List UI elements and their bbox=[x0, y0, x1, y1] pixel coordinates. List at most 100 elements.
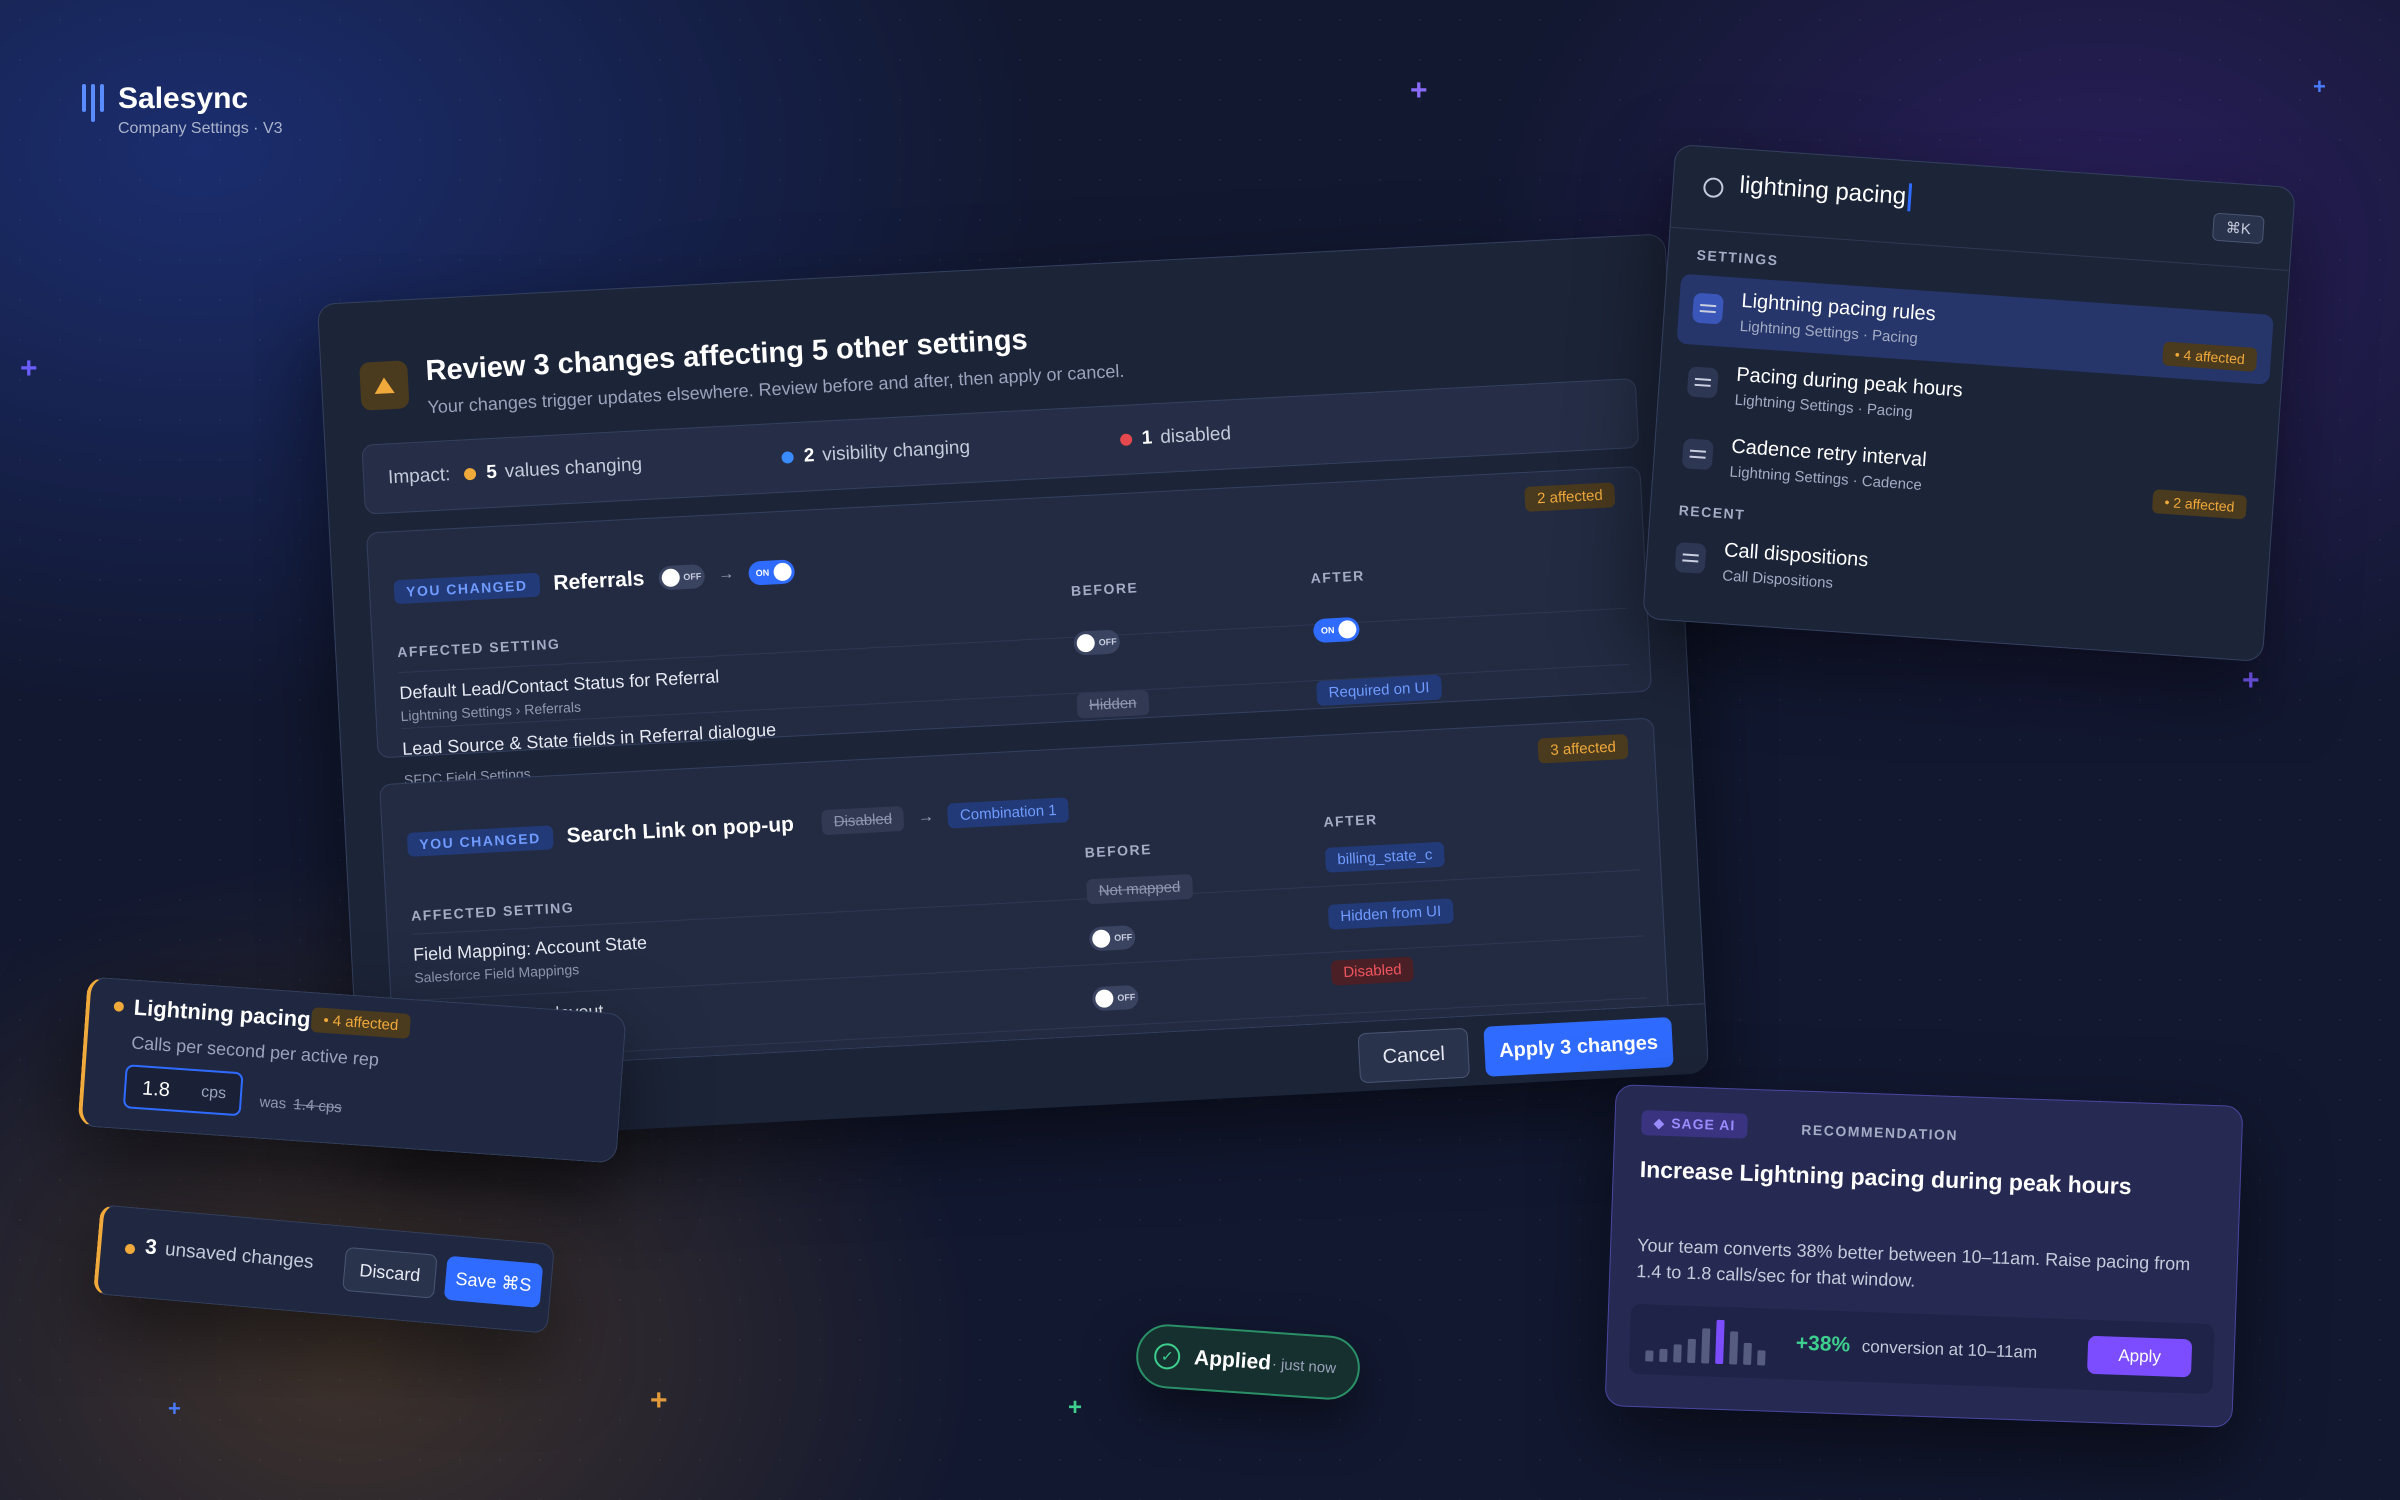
after-value: Disabled bbox=[1330, 956, 1415, 986]
sparkle-icon: + bbox=[1068, 1394, 1083, 1421]
brand-logo: Salesync Company Settings · V3 bbox=[82, 82, 283, 138]
values-label: values changing bbox=[504, 454, 643, 483]
sparkle-icon: + bbox=[1410, 74, 1428, 107]
you-changed-tag: YOU CHANGED bbox=[393, 572, 541, 605]
spark-bar bbox=[1715, 1319, 1725, 1365]
before-value: Disabled bbox=[821, 805, 905, 836]
col-before: BEFORE bbox=[1070, 579, 1139, 599]
spark-bar bbox=[1673, 1344, 1682, 1363]
recent-path: Call Dispositions bbox=[1721, 567, 1834, 592]
affected-badge: 3 affected bbox=[1537, 733, 1629, 764]
col-after: AFTER bbox=[1310, 567, 1366, 587]
before-toggle: OFF bbox=[1091, 984, 1139, 1012]
col-affected-setting: AFFECTED SETTING bbox=[396, 635, 561, 661]
pacing-title: Lightning pacing bbox=[132, 994, 312, 1032]
was-label: was bbox=[258, 1093, 287, 1113]
amber-dot-icon bbox=[124, 1243, 136, 1255]
unsaved-count: 3 bbox=[144, 1235, 158, 1260]
before-value: Hidden bbox=[1076, 689, 1150, 719]
before-toggle: OFF bbox=[1073, 629, 1121, 656]
command-palette: lightning pacing ⌘K SETTINGS Lightning p… bbox=[1642, 143, 2296, 663]
recent-title: Call dispositions bbox=[1723, 539, 1870, 572]
section-settings: SETTINGS bbox=[1696, 246, 1780, 269]
spark-bar bbox=[1645, 1350, 1654, 1362]
search-icon bbox=[1702, 176, 1725, 199]
spark-bar bbox=[1701, 1328, 1711, 1364]
hourly-conversion-sparkbars bbox=[1645, 1319, 1766, 1366]
sage-apply-button[interactable]: Apply bbox=[2086, 1335, 2193, 1378]
warning-icon bbox=[359, 360, 410, 411]
brand-name: Salesync bbox=[118, 82, 249, 115]
pacing-input[interactable]: 1.8 cps bbox=[122, 1064, 244, 1117]
col-before: BEFORE bbox=[1084, 840, 1153, 861]
sliders-icon bbox=[1681, 438, 1714, 471]
discard-button[interactable]: Discard bbox=[342, 1246, 438, 1299]
arrow-right-icon: → bbox=[917, 807, 935, 826]
red-dot-icon bbox=[1119, 433, 1133, 447]
sparkle-icon: + bbox=[20, 352, 38, 385]
after-value: billing_state_c bbox=[1324, 841, 1446, 873]
sliders-icon bbox=[1686, 366, 1719, 399]
before-value: Not mapped bbox=[1086, 873, 1194, 905]
recommendation-body: Your team converts 38% better between 10… bbox=[1635, 1234, 2191, 1291]
affected-badge: • 4 affected bbox=[2162, 341, 2258, 372]
recommendation-title: Increase Lightning pacing during peak ho… bbox=[1639, 1156, 2133, 1200]
stat-label: conversion at 10–11am bbox=[1861, 1336, 2038, 1363]
amber-dot-icon bbox=[464, 467, 477, 481]
col-after: AFTER bbox=[1323, 811, 1378, 830]
unsaved-label: unsaved changes bbox=[164, 1239, 315, 1274]
logo-bars-icon bbox=[82, 84, 104, 122]
save-button[interactable]: Save ⌘S bbox=[443, 1255, 544, 1308]
sparkle-icon: + bbox=[650, 1384, 668, 1417]
before-toggle: OFF bbox=[1088, 924, 1136, 952]
values-count: 5 bbox=[485, 461, 498, 484]
affected-badge: 2 affected bbox=[1524, 482, 1616, 512]
disabled-label: disabled bbox=[1159, 423, 1232, 448]
changed-setting-name: Referrals bbox=[552, 567, 645, 595]
diamond-icon: ◆ bbox=[1653, 1114, 1666, 1131]
search-input[interactable]: lightning pacing bbox=[1738, 171, 1912, 212]
recommendation-label: RECOMMENDATION bbox=[1801, 1121, 1959, 1144]
impact-label: Impact: bbox=[387, 464, 451, 489]
sparkle-icon: + bbox=[168, 1396, 181, 1421]
stat-value: +38% bbox=[1795, 1331, 1851, 1357]
applied-label: Applied bbox=[1193, 1346, 1272, 1375]
sliders-icon bbox=[1674, 541, 1707, 574]
check-circle-icon: ✓ bbox=[1153, 1342, 1182, 1371]
sage-ai-tag: ◆ SAGE AI bbox=[1641, 1110, 1748, 1139]
col-affected-setting: AFFECTED SETTING bbox=[410, 899, 575, 924]
spark-bar bbox=[1729, 1331, 1739, 1365]
disabled-count: 1 bbox=[1141, 427, 1153, 449]
sparkle-icon: + bbox=[2242, 664, 2260, 697]
after-toggle: ON bbox=[1312, 616, 1361, 644]
you-changed-tag: YOU CHANGED bbox=[406, 824, 554, 857]
after-value: Combination 1 bbox=[947, 797, 1070, 829]
shortcut-badge: ⌘K bbox=[2211, 212, 2265, 245]
before-toggle: OFF bbox=[657, 564, 705, 591]
change-group-referrals: 2 affected YOU CHANGED Referrals OFF → O… bbox=[365, 465, 1653, 788]
spark-bar bbox=[1659, 1348, 1668, 1363]
sliders-icon bbox=[1691, 292, 1724, 325]
applied-time: · just now bbox=[1271, 1355, 1337, 1378]
amber-dot-icon bbox=[113, 1001, 125, 1012]
apply-changes-button[interactable]: Apply 3 changes bbox=[1483, 1017, 1674, 1077]
recent-item[interactable]: Call dispositions Call Dispositions bbox=[1659, 527, 2256, 634]
blue-dot-icon bbox=[781, 451, 795, 464]
changed-setting-name: Search Link on pop-up bbox=[566, 812, 795, 848]
was-value: 1.4 cps bbox=[292, 1096, 343, 1117]
arrow-right-icon: → bbox=[717, 565, 735, 584]
visibility-label: visibility changing bbox=[821, 436, 971, 466]
recommendation-footer: +38% conversion at 10–11am Apply bbox=[1628, 1303, 2215, 1395]
after-toggle[interactable]: ON bbox=[747, 559, 795, 586]
affected-badge: • 4 affected bbox=[310, 1007, 412, 1039]
spark-bar bbox=[1687, 1338, 1696, 1364]
visibility-count: 2 bbox=[803, 445, 815, 467]
affected-badge: • 2 affected bbox=[2151, 489, 2248, 520]
brand-subtitle: Company Settings · V3 bbox=[118, 120, 283, 137]
sage-ai-recommendation-card: ◆ SAGE AI RECOMMENDATION Increase Lightni… bbox=[1604, 1084, 2244, 1428]
cancel-button[interactable]: Cancel bbox=[1357, 1027, 1471, 1084]
sparkle-icon: + bbox=[2313, 74, 2326, 99]
section-recent: RECENT bbox=[1678, 502, 1746, 523]
spark-bar bbox=[1743, 1342, 1752, 1365]
spark-bar bbox=[1757, 1350, 1766, 1366]
